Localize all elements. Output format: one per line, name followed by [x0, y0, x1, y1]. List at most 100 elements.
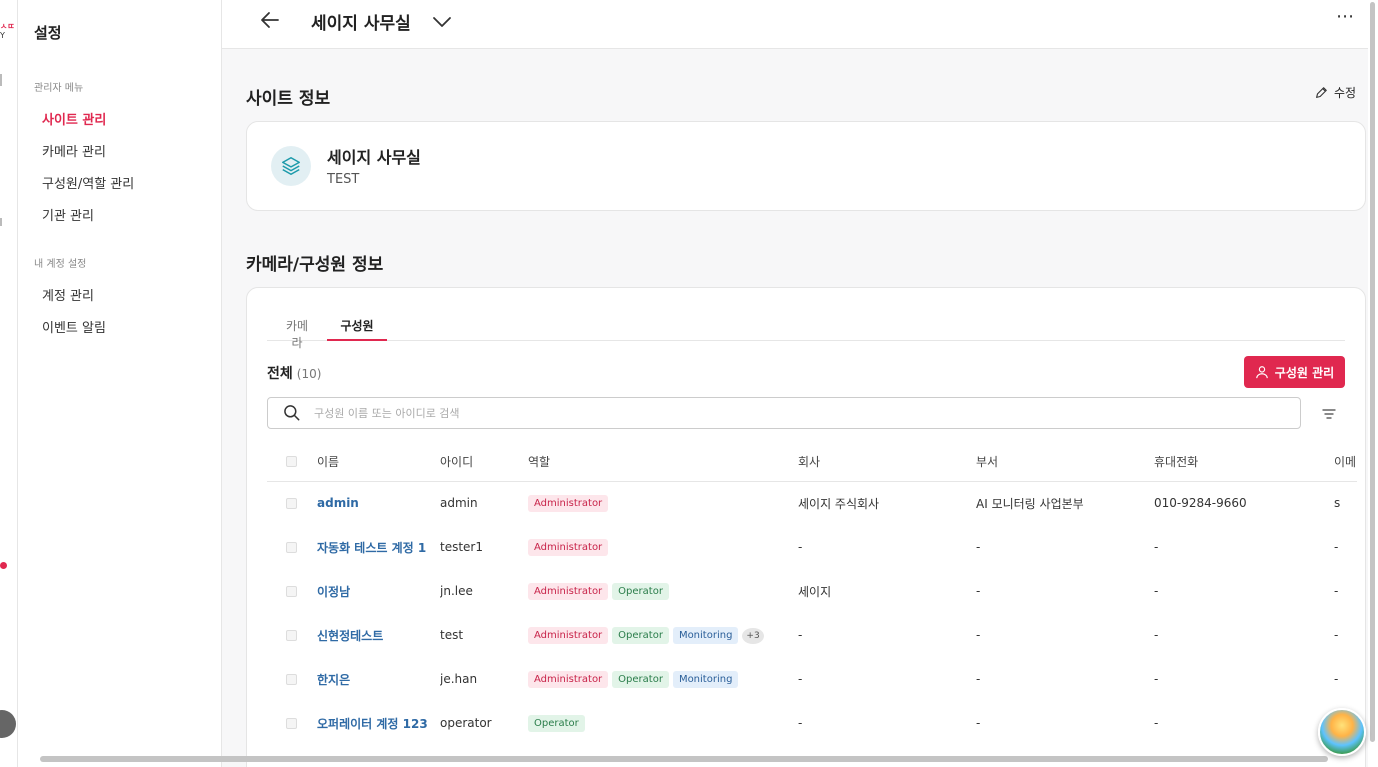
member-company: 세이지 [798, 584, 832, 599]
member-email: - [1334, 628, 1339, 642]
more-roles-badge[interactable]: +3 [742, 627, 764, 644]
header-select [267, 443, 317, 482]
column-header[interactable]: 아이디 [440, 443, 528, 482]
main-content: 세이지 사무실 ⋯ 사이트 정보 수정 세이지 사무실 TEST 카메라/구성원… [222, 0, 1378, 767]
row-checkbox[interactable] [286, 717, 297, 729]
role-badge: Administrator [528, 494, 609, 512]
role-badge: Operator [528, 714, 585, 732]
member-roles: Administrator [528, 525, 798, 569]
member-email: - [1334, 540, 1339, 554]
sidebar-item-event-alerts[interactable]: 이벤트 알림 [42, 317, 106, 336]
sidebar-item-camera[interactable]: 카메라 관리 [42, 141, 106, 160]
row-checkbox[interactable] [286, 585, 297, 597]
count-label: 전체 [267, 366, 293, 382]
member-name-link[interactable]: 자동화 테스트 계정 1 [317, 541, 426, 555]
rail-nav-icon[interactable] [0, 74, 2, 86]
role-badge: Administrator [528, 670, 609, 688]
site-info-card: 세이지 사무실 TEST [246, 121, 1366, 211]
column-header[interactable]: 회사 [798, 443, 976, 482]
assistant-launcher-icon[interactable] [1318, 708, 1366, 756]
member-count: 전체 (10) [267, 363, 321, 383]
member-dept: - [976, 716, 981, 730]
top-bar: 세이지 사무실 ⋯ [222, 0, 1368, 49]
count-value: (10) [296, 367, 322, 381]
row-checkbox[interactable] [286, 629, 297, 641]
table-row[interactable]: 이정남 jn.lee Administrator Operator 세이지 - -… [267, 569, 1357, 613]
sidebar-item-account[interactable]: 계정 관리 [42, 285, 94, 304]
member-phone: - [1154, 628, 1159, 642]
scrollbar-thumb[interactable] [40, 756, 1328, 762]
vertical-scrollbar[interactable] [1368, 0, 1378, 767]
column-header[interactable]: 역할 [528, 443, 798, 482]
row-checkbox[interactable] [286, 497, 297, 509]
select-all-checkbox[interactable] [286, 456, 297, 468]
table-row[interactable]: 한지은 je.han Administrator Operator Monitori… [267, 657, 1357, 701]
column-header[interactable]: 이메일 [1334, 443, 1357, 482]
sidebar-section-admin: 관리자 메뉴 [34, 83, 84, 94]
table-header-row: 이름 아이디 역할 회사 부서 휴대전화 이메일 [267, 443, 1357, 482]
member-name-link[interactable]: 오퍼레이터 계정 123 [317, 717, 428, 731]
table-row[interactable]: 오퍼레이터 계정 123 operator Operator - - - - [267, 701, 1357, 745]
avatar[interactable] [0, 710, 16, 738]
role-badge: Administrator [528, 626, 609, 644]
search-icon [284, 405, 300, 421]
member-phone: - [1154, 540, 1159, 554]
member-email: - [1334, 672, 1339, 686]
more-menu-icon[interactable]: ⋯ [1336, 6, 1355, 27]
member-roles: Administrator Operator Monitoring [528, 657, 798, 701]
member-company: 세이지 주식회사 [798, 496, 880, 511]
site-name: 세이지 사무실 [327, 148, 421, 167]
table-row[interactable]: 자동화 테스트 계정 1 tester1 Administrator - - -… [267, 525, 1357, 569]
role-badge: Operator [612, 582, 669, 600]
tab-members[interactable]: 구성원 [327, 317, 387, 334]
table-row[interactable]: admin admin Administrator 세이지 주식회사 AI 모니… [267, 481, 1357, 525]
row-checkbox[interactable] [286, 541, 297, 553]
sidebar-item-members-roles[interactable]: 구성원/역할 관리 [42, 173, 134, 192]
chevron-down-icon[interactable] [430, 10, 454, 34]
site-description: TEST [327, 172, 360, 187]
column-header[interactable]: 휴대전화 [1154, 443, 1334, 482]
member-phone: - [1154, 716, 1159, 730]
rail-nav-icon[interactable] [0, 218, 2, 226]
members-table: 이름 아이디 역할 회사 부서 휴대전화 이메일 admin admin Ad [267, 443, 1357, 745]
back-arrow-icon[interactable] [258, 8, 282, 32]
site-title: 세이지 사무실 [311, 14, 411, 34]
member-dept: - [976, 628, 981, 642]
horizontal-scrollbar[interactable] [0, 755, 1378, 763]
filter-icon[interactable] [1321, 406, 1337, 422]
member-phone: - [1154, 672, 1159, 686]
member-company: - [798, 628, 803, 642]
member-company: - [798, 716, 803, 730]
scrollbar-thumb[interactable] [1370, 2, 1375, 742]
member-roles: Administrator Operator [528, 569, 798, 613]
layers-icon [271, 146, 311, 186]
member-id: tester1 [440, 540, 483, 554]
role-badge: Operator [612, 670, 669, 688]
member-company: - [798, 540, 803, 554]
row-checkbox[interactable] [286, 673, 297, 685]
manage-members-button[interactable]: 구성원 관리 [1244, 356, 1345, 388]
member-name-link[interactable]: 이정남 [317, 585, 350, 599]
search-input[interactable] [314, 406, 1214, 420]
manage-members-label: 구성원 관리 [1274, 365, 1335, 380]
member-name-link[interactable]: 신현정테스트 [317, 629, 383, 643]
member-name-link[interactable]: admin [317, 496, 359, 510]
members-section-title: 카메라/구성원 정보 [246, 255, 384, 275]
members-card: 카메라 구성원 전체 (10) 구성원 관리 구성원 이름 또는 아이디로 검색… [246, 287, 1366, 767]
tab-camera[interactable]: 카메라 [281, 317, 313, 351]
sidebar-item-site[interactable]: 사이트 관리 [42, 109, 106, 128]
table-row[interactable]: 신현정테스트 test Administrator Operator Monitor… [267, 613, 1357, 657]
column-header[interactable]: 이름 [317, 443, 440, 482]
sidebar-item-organization[interactable]: 기관 관리 [42, 205, 94, 224]
member-name-link[interactable]: 한지은 [317, 673, 350, 687]
member-email: s [1334, 496, 1341, 511]
member-search [267, 397, 1301, 429]
app-logo[interactable]: ㅅㄸ Y [0, 22, 15, 40]
column-header[interactable]: 부서 [976, 443, 1154, 482]
edit-button[interactable]: 수정 [1314, 84, 1356, 101]
member-dept: - [976, 540, 981, 554]
sidebar-title: 설정 [34, 24, 62, 42]
user-icon [1255, 366, 1268, 379]
member-company: - [798, 672, 803, 686]
settings-sidebar: 설정 관리자 메뉴 사이트 관리 카메라 관리 구성원/역할 관리 기관 관리 … [18, 0, 222, 767]
